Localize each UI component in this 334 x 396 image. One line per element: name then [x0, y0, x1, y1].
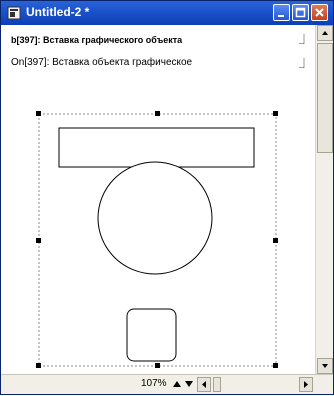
- application-window: Untitled-2 * b[397]: Вставка графическог…: [0, 0, 334, 395]
- rectangle-shape[interactable]: [58, 127, 255, 168]
- scroll-up-button[interactable]: [317, 25, 333, 41]
- scroll-left-button[interactable]: [197, 377, 211, 392]
- app-icon: [7, 6, 21, 20]
- graphic-object-group[interactable]: [1, 25, 315, 374]
- handle-bottom-left[interactable]: [36, 363, 41, 368]
- status-bar: 107%: [1, 374, 333, 394]
- scroll-thumb-vertical[interactable]: [317, 43, 333, 153]
- zoom-in-arrow-icon[interactable]: [172, 378, 182, 390]
- zoom-out-arrow-icon[interactable]: [184, 378, 194, 390]
- scroll-thumb-horizontal[interactable]: [213, 377, 221, 392]
- handle-bottom-right[interactable]: [273, 363, 278, 368]
- document-canvas[interactable]: b[397]: Вставка графического объекта ⏌ O…: [1, 25, 315, 374]
- circle-shape[interactable]: [97, 161, 213, 275]
- title-bar[interactable]: Untitled-2 *: [1, 1, 333, 25]
- maximize-button[interactable]: [292, 4, 309, 21]
- handle-middle-left[interactable]: [36, 238, 41, 243]
- close-icon: [315, 8, 324, 17]
- scroll-down-button[interactable]: [317, 358, 333, 374]
- maximize-icon: [295, 7, 306, 18]
- minimize-icon: [278, 15, 284, 17]
- vertical-scrollbar[interactable]: [315, 25, 333, 374]
- handle-bottom-center[interactable]: [155, 363, 160, 368]
- handle-top-center[interactable]: [155, 111, 160, 116]
- rounded-rectangle-shape[interactable]: [126, 308, 177, 362]
- minimize-button[interactable]: [273, 4, 290, 21]
- close-button[interactable]: [311, 4, 328, 21]
- handle-top-left[interactable]: [36, 111, 41, 116]
- arrow-left-icon: [202, 381, 206, 388]
- handle-top-right[interactable]: [273, 111, 278, 116]
- handle-middle-right[interactable]: [273, 238, 278, 243]
- zoom-level[interactable]: 107%: [141, 378, 167, 389]
- scroll-right-button[interactable]: [299, 377, 313, 392]
- window-title: Untitled-2 *: [26, 5, 90, 19]
- arrow-right-icon: [304, 381, 308, 388]
- arrow-up-icon: [322, 31, 328, 35]
- horizontal-scrollbar[interactable]: [197, 377, 313, 392]
- arrow-down-icon: [322, 364, 328, 368]
